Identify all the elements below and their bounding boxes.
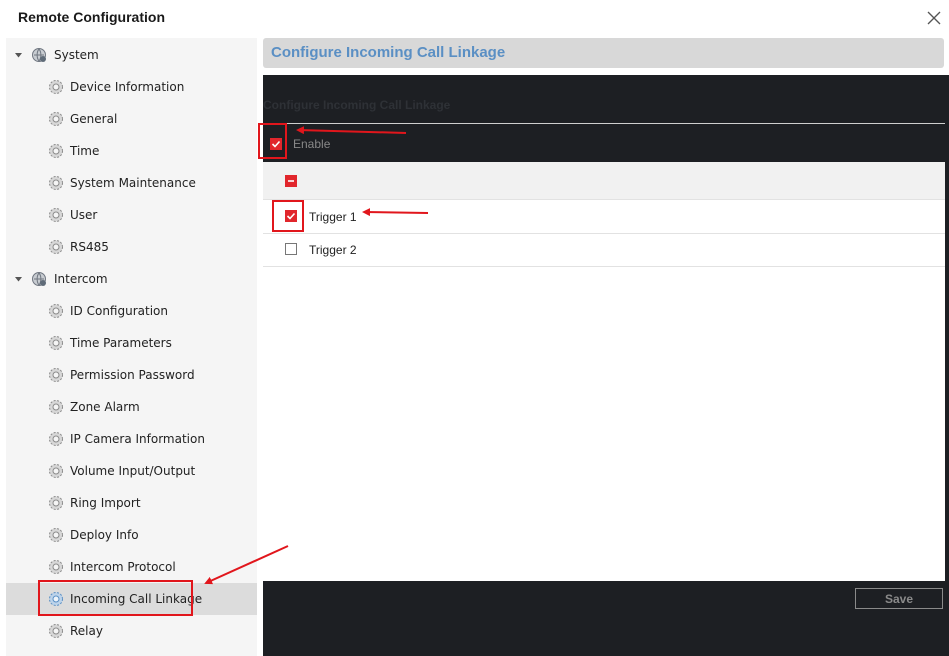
- sidebar-item-intercom-protocol[interactable]: Intercom Protocol: [6, 551, 257, 583]
- gear-icon: [49, 176, 63, 190]
- gear-icon: [49, 528, 63, 542]
- gear-icon: [49, 240, 63, 254]
- section-title: Configure Incoming Call Linkage: [263, 98, 451, 112]
- trigger-list-header: [263, 162, 945, 200]
- globe-gear-icon: [32, 48, 46, 62]
- sidebar-item-label: Volume Input/Output: [70, 464, 196, 478]
- close-icon[interactable]: [924, 8, 944, 28]
- sidebar-item-general[interactable]: General: [6, 103, 257, 135]
- minus-icon: [288, 180, 294, 182]
- save-button[interactable]: Save: [855, 588, 943, 609]
- sidebar-item-label: IP Camera Information: [70, 432, 205, 446]
- sidebar-item-label: Device Information: [70, 80, 185, 94]
- gear-icon: [49, 336, 63, 350]
- sidebar-item-label: System Maintenance: [70, 176, 196, 190]
- gear-icon: [49, 304, 63, 318]
- trigger-row[interactable]: Trigger 1: [263, 200, 945, 234]
- config-tree: System Device Information General Time S…: [6, 38, 257, 656]
- sidebar-item-deploy-info[interactable]: Deploy Info: [6, 519, 257, 551]
- sidebar-item-label: Intercom Protocol: [70, 560, 176, 574]
- gear-icon: [49, 112, 63, 126]
- sidebar-item-zone-alarm[interactable]: Zone Alarm: [6, 391, 257, 423]
- sidebar-item-time[interactable]: Time: [6, 135, 257, 167]
- sidebar-item-label: Zone Alarm: [70, 400, 140, 414]
- sidebar-item-ip-camera-information[interactable]: IP Camera Information: [6, 423, 257, 455]
- tree-group-label: System: [54, 48, 99, 62]
- trigger-checkbox[interactable]: [285, 243, 297, 255]
- section-divider: [263, 123, 945, 124]
- sidebar-item-user[interactable]: User: [6, 199, 257, 231]
- config-panel: Configure Incoming Call Linkage Enable T…: [263, 75, 949, 656]
- sidebar-item-label: Time: [70, 144, 100, 158]
- trigger-list: Trigger 1 Trigger 2: [263, 162, 945, 581]
- gear-icon: [49, 464, 63, 478]
- caret-down-icon[interactable]: [14, 51, 23, 60]
- annotation-highlight-sidebar: [38, 580, 193, 616]
- select-all-checkbox[interactable]: [285, 175, 297, 187]
- globe-gear-icon: [32, 272, 46, 286]
- gear-icon: [49, 496, 63, 510]
- sidebar-item-time-parameters[interactable]: Time Parameters: [6, 327, 257, 359]
- gear-icon: [49, 368, 63, 382]
- annotation-highlight-trigger: [272, 200, 304, 232]
- caret-down-icon[interactable]: [14, 275, 23, 284]
- sidebar-item-id-configuration[interactable]: ID Configuration: [6, 295, 257, 327]
- sidebar-item-label: Ring Import: [70, 496, 141, 510]
- sidebar-item-label: Time Parameters: [70, 336, 172, 350]
- sidebar-item-label: Deploy Info: [70, 528, 139, 542]
- sidebar-item-ring-import[interactable]: Ring Import: [6, 487, 257, 519]
- sidebar-item-label: Relay: [70, 624, 103, 638]
- sidebar-item-rs485[interactable]: RS485: [6, 231, 257, 263]
- window-title: Remote Configuration: [18, 9, 165, 25]
- trigger-label: Trigger 2: [309, 243, 357, 257]
- tree-group-intercom[interactable]: Intercom: [6, 263, 257, 295]
- tree-group-system[interactable]: System: [6, 39, 257, 71]
- content-header: Configure Incoming Call Linkage: [263, 38, 944, 68]
- sidebar-item-label: Permission Password: [70, 368, 195, 382]
- gear-icon: [49, 144, 63, 158]
- sidebar-item-system-maintenance[interactable]: System Maintenance: [6, 167, 257, 199]
- gear-icon: [49, 560, 63, 574]
- sidebar-item-label: ID Configuration: [70, 304, 168, 318]
- trigger-label: Trigger 1: [309, 210, 357, 224]
- trigger-row[interactable]: Trigger 2: [263, 233, 945, 267]
- sidebar-item-permission-password[interactable]: Permission Password: [6, 359, 257, 391]
- sidebar-item-label: User: [70, 208, 98, 222]
- annotation-highlight-enable: [258, 123, 287, 159]
- page-title: Configure Incoming Call Linkage: [271, 44, 506, 61]
- sidebar-item-label: General: [70, 112, 118, 126]
- sidebar-item-device-information[interactable]: Device Information: [6, 71, 257, 103]
- enable-label: Enable: [293, 137, 331, 151]
- gear-icon: [49, 400, 63, 414]
- tree-group-label: Intercom: [54, 272, 108, 286]
- sidebar-item-label: RS485: [70, 240, 109, 254]
- sidebar-item-volume-input-output[interactable]: Volume Input/Output: [6, 455, 257, 487]
- sidebar-item-relay[interactable]: Relay: [6, 615, 257, 647]
- gear-icon: [49, 208, 63, 222]
- gear-icon: [49, 624, 63, 638]
- gear-icon: [49, 432, 63, 446]
- gear-icon: [49, 80, 63, 94]
